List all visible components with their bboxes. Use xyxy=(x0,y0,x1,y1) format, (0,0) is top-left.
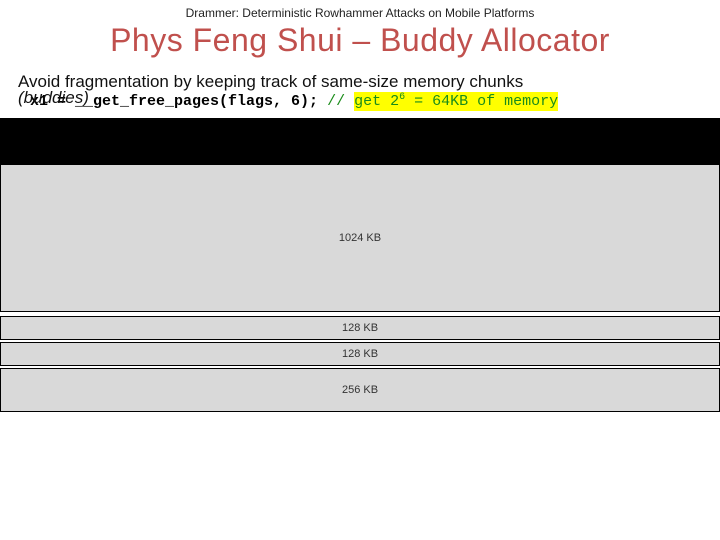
memory-block-dark xyxy=(0,118,720,164)
description-line2: (buddies) xyxy=(0,88,720,108)
slide-title: Phys Feng Shui – Buddy Allocator xyxy=(0,22,720,59)
memory-blocks: 1024 KB 128 KB 128 KB 256 KB xyxy=(0,118,720,412)
memory-block-128a: 128 KB xyxy=(0,316,720,340)
memory-block-256: 256 KB xyxy=(0,368,720,412)
memory-block-1024: 1024 KB xyxy=(0,164,720,312)
paper-header: Drammer: Deterministic Rowhammer Attacks… xyxy=(0,0,720,20)
memory-block-128b: 128 KB xyxy=(0,342,720,366)
